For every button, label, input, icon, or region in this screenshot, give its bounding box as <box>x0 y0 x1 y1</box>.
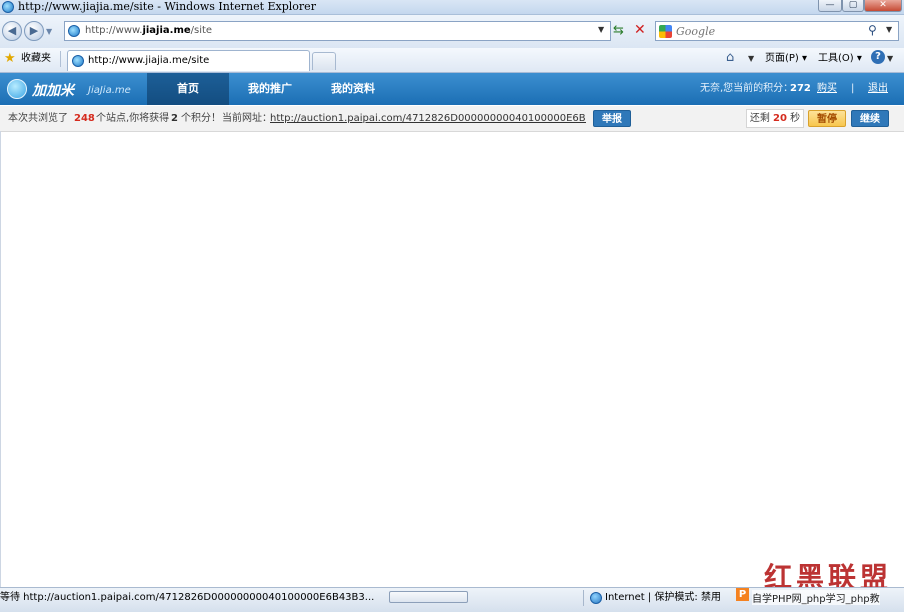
watermark-badge: P <box>736 588 749 601</box>
help-icon[interactable]: ? <box>871 50 885 64</box>
url-prefix: http://www. <box>85 25 143 36</box>
current-url-label: 当前网址： <box>222 113 272 124</box>
window-title: http://www.jiajia.me/site - Windows Inte… <box>18 0 316 13</box>
countdown-prefix: 还剩 <box>749 113 770 124</box>
maximize-button[interactable]: ▢ <box>842 0 864 12</box>
address-dropdown-icon[interactable]: ▼ <box>598 25 604 34</box>
search-input[interactable] <box>676 23 866 39</box>
history-dropdown-icon[interactable]: ▼ <box>46 27 52 36</box>
address-bar[interactable]: http://www.jiajia.me/site ▼ <box>64 21 611 41</box>
countdown-seconds: 20 <box>773 113 787 124</box>
nav-home[interactable]: 首页 <box>147 73 229 105</box>
page-left-edge <box>0 131 1 587</box>
countdown-timer: 还剩 20 秒 <box>746 109 804 128</box>
search-icon[interactable]: ⚲ <box>868 23 877 37</box>
nav-my-promotion[interactable]: 我的推广 <box>235 73 305 105</box>
watermark-caption: 自学PHP网_php学习_php教 <box>752 590 880 605</box>
help-dropdown-icon[interactable]: ▼ <box>887 54 893 63</box>
security-zone-text[interactable]: Internet | 保护模式: 禁用 <box>605 590 721 606</box>
buy-link[interactable]: 购买 <box>817 73 837 105</box>
logo-subtext: JiaJia.me <box>88 85 131 96</box>
nav-my-profile[interactable]: 我的资料 <box>318 73 388 105</box>
back-button[interactable]: ◀ <box>2 21 22 41</box>
site-logo[interactable]: 加加米 JiaJia.me <box>0 73 147 105</box>
address-url[interactable]: http://www.jiajia.me/site <box>85 22 212 40</box>
sites-text: 个站点,你将获得 <box>96 113 170 124</box>
url-path: /site <box>190 25 213 36</box>
tools-menu[interactable]: 工具(O) ▾ <box>818 50 862 68</box>
points-text: 个积分！ <box>181 113 221 124</box>
search-box[interactable]: ⚲ ▼ <box>655 21 899 41</box>
pause-button[interactable]: 暂停 <box>808 110 846 127</box>
favorites-button[interactable]: 收藏夹 <box>21 50 51 68</box>
new-tab-button[interactable] <box>312 52 336 70</box>
status-separator <box>583 590 584 606</box>
logo-text: 加加米 <box>32 83 74 99</box>
loading-progress-bar <box>389 591 468 603</box>
close-window-button[interactable]: ✕ <box>864 0 902 12</box>
search-options-icon[interactable]: ▼ <box>886 25 892 34</box>
logout-link[interactable]: 退出 <box>868 73 888 105</box>
continue-button[interactable]: 继续 <box>851 110 889 127</box>
header-divider: | <box>851 83 855 94</box>
favorites-star-icon[interactable]: ★ <box>4 51 16 66</box>
home-dropdown-icon[interactable]: ▼ <box>748 54 754 63</box>
countdown-suffix: 秒 <box>790 113 801 124</box>
ie-logo-icon <box>2 1 14 13</box>
user-points-label: 无奈,您当前的积分： <box>700 83 794 94</box>
google-icon <box>659 25 672 38</box>
page-menu[interactable]: 页面(P) ▾ <box>765 50 807 68</box>
browsed-prefix: 本次共浏览了 <box>8 113 68 124</box>
current-url-link[interactable]: http://auction1.paipai.com/4712826D00000… <box>270 106 586 131</box>
status-text: 等待 http://auction1.paipai.com/4712826D00… <box>0 592 375 603</box>
refresh-icon[interactable]: ⇆ <box>613 23 624 38</box>
internet-zone-icon <box>590 592 602 604</box>
window-title-bar: http://www.jiajia.me/site - Windows Inte… <box>0 0 904 15</box>
divider <box>60 51 61 67</box>
browser-tab[interactable]: http://www.jiajia.me/site <box>67 50 310 71</box>
report-button[interactable]: 举报 <box>593 110 631 127</box>
home-icon[interactable]: ⌂ <box>726 50 734 65</box>
earn-points: 2 <box>171 113 178 124</box>
user-points-value: 272 <box>790 83 811 94</box>
tab-title: http://www.jiajia.me/site <box>88 55 210 66</box>
stop-icon[interactable]: ✕ <box>634 22 646 38</box>
tab-favicon-icon <box>72 55 84 67</box>
tools-menu-label: 工具(O) <box>818 53 854 64</box>
url-domain: jiajia.me <box>142 25 191 36</box>
browsed-count: 248 <box>74 113 95 124</box>
page-menu-label: 页面(P) <box>765 53 799 64</box>
minimize-button[interactable]: — <box>818 0 842 12</box>
page-favicon-icon <box>68 25 80 37</box>
logo-mascot-icon <box>7 79 27 99</box>
forward-button[interactable]: ▶ <box>24 21 44 41</box>
